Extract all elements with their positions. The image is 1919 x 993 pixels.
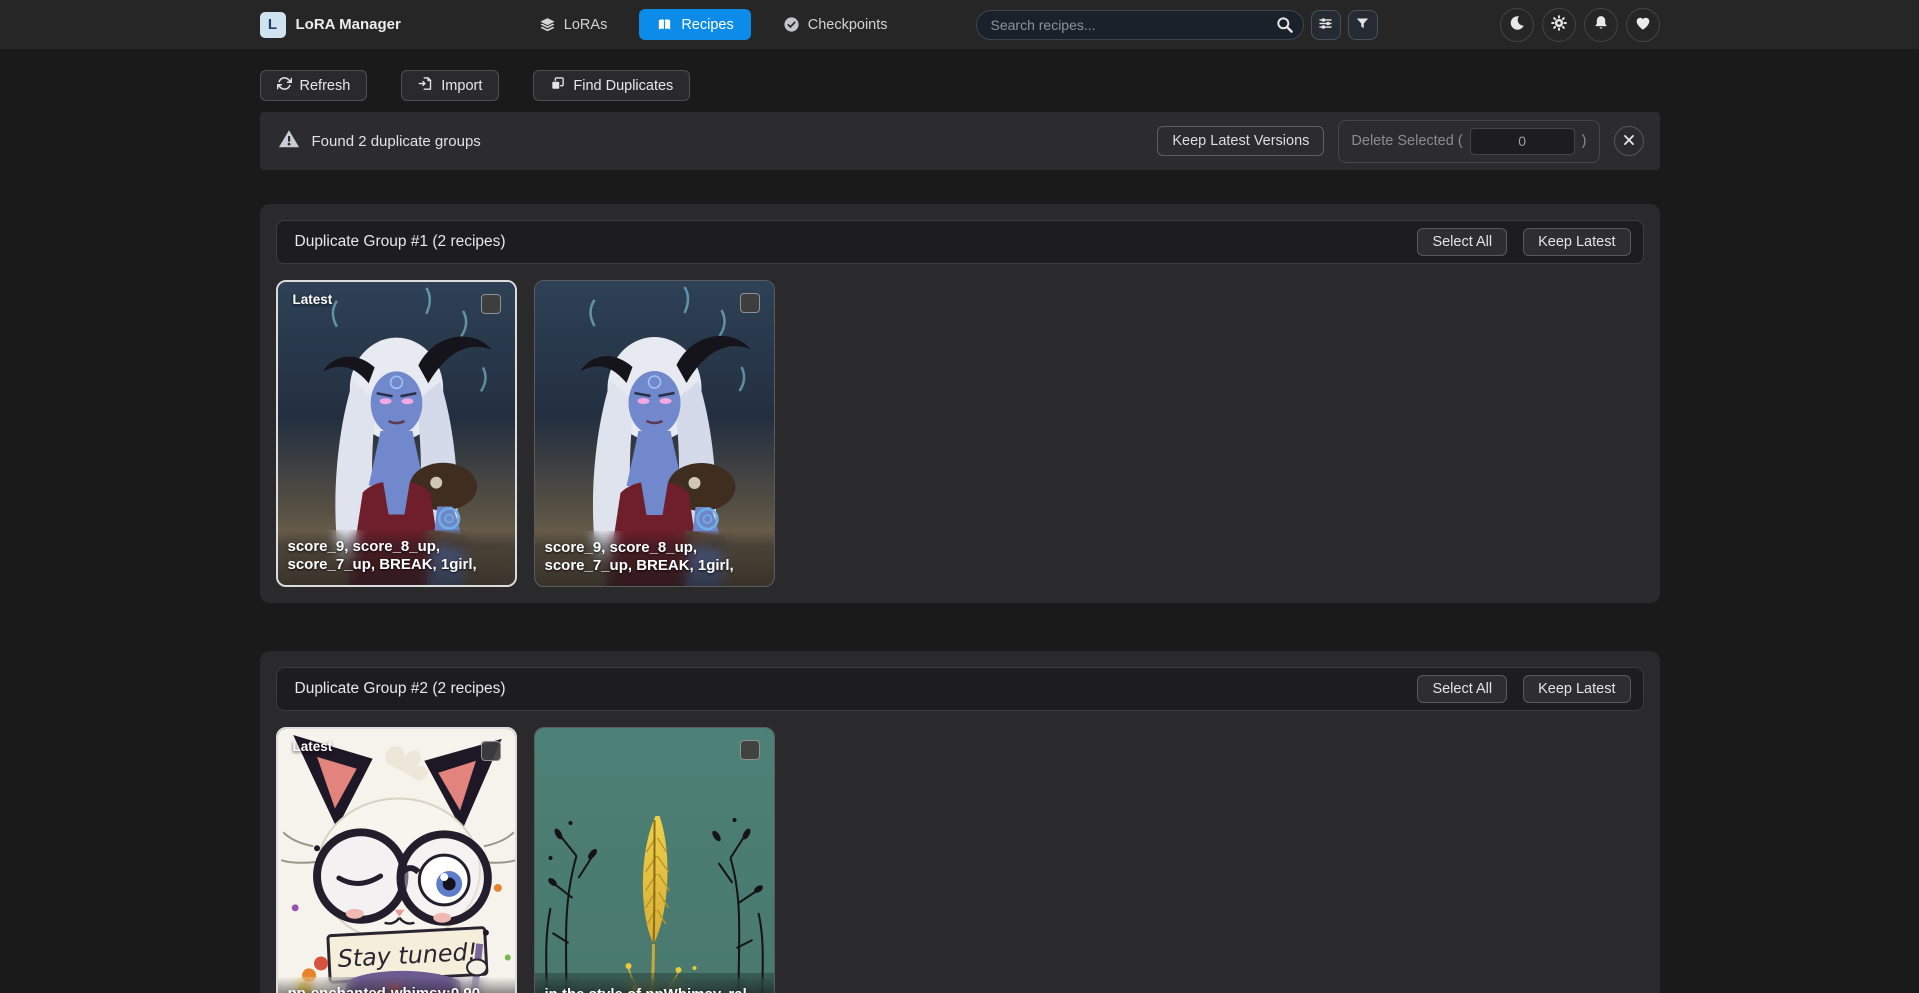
group-2-title: Duplicate Group #2 (2 recipes) bbox=[295, 680, 506, 698]
main-content: Refresh Import Find Duplicates Found 2 d… bbox=[260, 49, 1660, 993]
search-button[interactable] bbox=[1275, 15, 1294, 37]
warning-icon bbox=[278, 128, 300, 155]
duplicates-alert-bar: Found 2 duplicate groups Keep Latest Ver… bbox=[260, 112, 1660, 170]
group-1-keep-latest-button[interactable]: Keep Latest bbox=[1523, 228, 1630, 256]
main-nav-tabs: LoRAs Recipes Checkpoints bbox=[533, 9, 894, 40]
delete-selected-prefix: Delete Selected ( bbox=[1351, 133, 1462, 149]
moon-icon bbox=[1508, 14, 1526, 35]
card-checkbox[interactable] bbox=[481, 741, 501, 761]
group-2-cards: Stay tuned! bbox=[276, 727, 1644, 993]
card-caption: score_9, score_8_up, score_7_up, BREAK, … bbox=[278, 530, 515, 586]
import-icon bbox=[418, 76, 433, 95]
app-logo-letter: L bbox=[268, 16, 277, 33]
toolbar: Refresh Import Find Duplicates bbox=[260, 70, 1660, 101]
delete-selected-suffix: ) bbox=[1582, 133, 1587, 149]
funnel-icon bbox=[1355, 16, 1370, 34]
recipe-card[interactable]: Stay tuned! bbox=[276, 727, 517, 993]
card-checkbox[interactable] bbox=[481, 294, 501, 314]
search-group bbox=[976, 10, 1378, 40]
group-1-title: Duplicate Group #1 (2 recipes) bbox=[295, 233, 506, 251]
delete-selected-panel: Delete Selected ( ) bbox=[1338, 120, 1599, 163]
group-1-header: Duplicate Group #1 (2 recipes) Select Al… bbox=[276, 220, 1644, 264]
latest-badge: Latest bbox=[293, 292, 333, 307]
group-2-select-all-button[interactable]: Select All bbox=[1417, 675, 1507, 703]
settings-button[interactable] bbox=[1542, 8, 1576, 42]
tab-checkpoints[interactable]: Checkpoints bbox=[777, 9, 894, 40]
tab-recipes[interactable]: Recipes bbox=[639, 9, 750, 40]
heart-icon bbox=[1634, 14, 1652, 35]
duplicate-group-2: Duplicate Group #2 (2 recipes) Select Al… bbox=[260, 651, 1660, 993]
recipe-card[interactable]: Latest score_9, score_8_up, score_7_up, … bbox=[276, 280, 517, 587]
nav-icon-cluster bbox=[1500, 8, 1660, 42]
bell-icon bbox=[1592, 14, 1610, 35]
refresh-icon bbox=[277, 76, 292, 95]
refresh-label: Refresh bbox=[300, 78, 351, 94]
card-caption: pp-enchanted-whimsy:0.90 ral-frctlgmtry_… bbox=[278, 977, 515, 993]
notifications-button[interactable] bbox=[1584, 8, 1618, 42]
sliders-icon bbox=[1317, 15, 1334, 35]
duplicate-group-1: Duplicate Group #1 (2 recipes) Select Al… bbox=[260, 204, 1660, 603]
alert-message: Found 2 duplicate groups bbox=[312, 133, 481, 150]
search-input[interactable] bbox=[976, 10, 1304, 40]
import-label: Import bbox=[441, 78, 482, 94]
search-icon bbox=[1275, 22, 1294, 37]
theme-toggle-button[interactable] bbox=[1500, 8, 1534, 42]
dismiss-alert-button[interactable] bbox=[1614, 126, 1644, 156]
group-2-keep-latest-button[interactable]: Keep Latest bbox=[1523, 675, 1630, 703]
layers-icon bbox=[539, 16, 556, 33]
duplicates-icon bbox=[550, 76, 565, 95]
delete-count-input[interactable] bbox=[1470, 128, 1575, 155]
card-checkbox[interactable] bbox=[740, 740, 760, 760]
recipe-card[interactable]: score_9, score_8_up, score_7_up, BREAK, … bbox=[534, 280, 775, 587]
app-logo: L bbox=[260, 12, 286, 38]
card-caption: in the style of ppWhimsy, ral-frctlgmtry… bbox=[535, 978, 774, 993]
app-title: LoRA Manager bbox=[296, 16, 401, 33]
filter-sliders-button[interactable] bbox=[1311, 10, 1341, 40]
group-1-select-all-button[interactable]: Select All bbox=[1417, 228, 1507, 256]
recipe-card[interactable]: in the style of ppWhimsy, ral-frctlgmtry… bbox=[534, 727, 775, 993]
tab-loras-label: LoRAs bbox=[564, 17, 608, 33]
card-caption: score_9, score_8_up, score_7_up, BREAK, … bbox=[535, 531, 774, 587]
filter-funnel-button[interactable] bbox=[1348, 10, 1378, 40]
navbar: L LoRA Manager LoRAs Recipes Checkpoints bbox=[0, 0, 1919, 49]
recipe-image-whimsical-cat: Stay tuned! bbox=[278, 729, 515, 993]
recipe-image-yellow-feather bbox=[535, 728, 774, 993]
find-duplicates-button[interactable]: Find Duplicates bbox=[533, 70, 690, 101]
card-checkbox[interactable] bbox=[740, 293, 760, 313]
find-duplicates-label: Find Duplicates bbox=[573, 78, 673, 94]
book-icon bbox=[656, 16, 673, 33]
group-2-header: Duplicate Group #2 (2 recipes) Select Al… bbox=[276, 667, 1644, 711]
keep-latest-versions-button[interactable]: Keep Latest Versions bbox=[1157, 126, 1324, 156]
gear-icon bbox=[1550, 14, 1568, 35]
refresh-button[interactable]: Refresh bbox=[260, 70, 368, 101]
import-button[interactable]: Import bbox=[401, 70, 499, 101]
tab-loras[interactable]: LoRAs bbox=[533, 9, 614, 40]
latest-badge: Latest bbox=[293, 739, 333, 754]
tab-checkpoints-label: Checkpoints bbox=[808, 17, 888, 33]
tab-recipes-label: Recipes bbox=[681, 17, 733, 33]
close-icon bbox=[1622, 133, 1636, 150]
group-1-cards: Latest score_9, score_8_up, score_7_up, … bbox=[276, 280, 1644, 587]
check-circle-icon bbox=[783, 16, 800, 33]
support-button[interactable] bbox=[1626, 8, 1660, 42]
